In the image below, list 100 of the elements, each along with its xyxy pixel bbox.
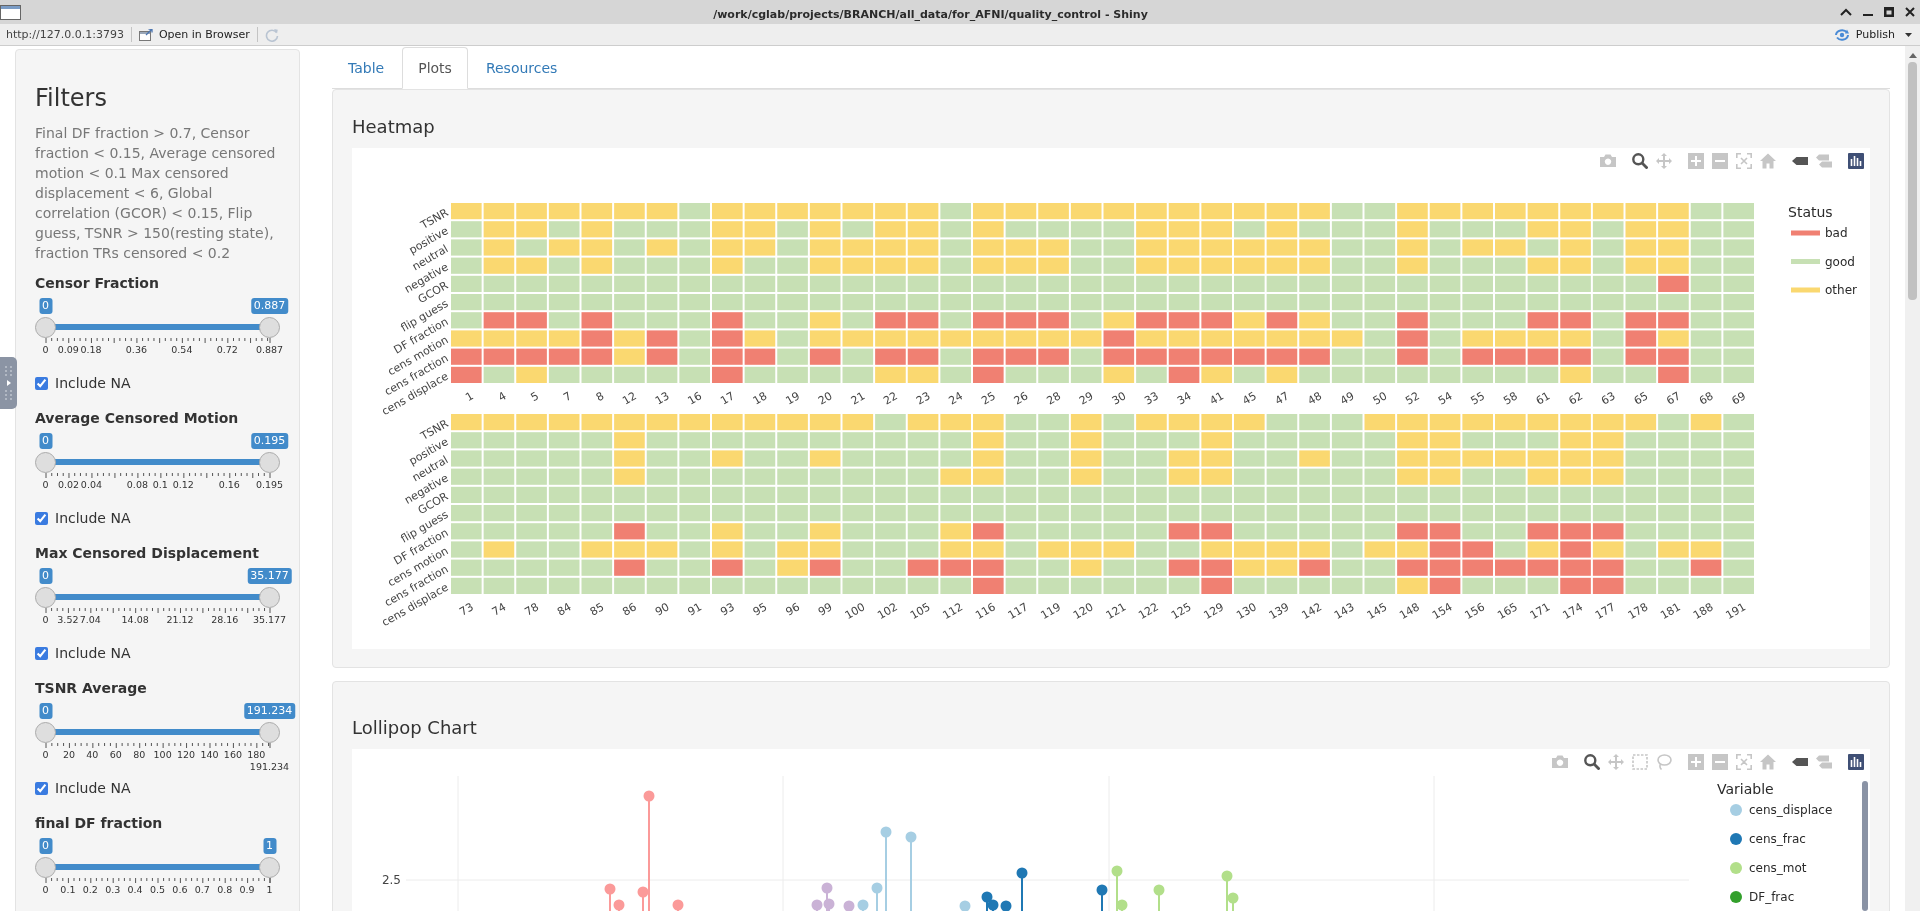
column-label: 165 [1495, 600, 1520, 623]
column-label: 67 [1664, 389, 1683, 408]
double-tag-icon[interactable] [1816, 754, 1832, 770]
tick-label: 0.18 [80, 342, 102, 357]
lasso-icon[interactable] [1656, 754, 1672, 770]
home-icon[interactable] [1760, 754, 1776, 770]
tick-label: 14.08 [121, 612, 149, 627]
checkbox-label: Include NA [55, 509, 131, 528]
tick-label: 120 [177, 747, 196, 762]
column-label: 48 [1305, 389, 1325, 408]
column-label: 119 [1038, 600, 1064, 623]
plot-title: Lollipop Chart [352, 717, 478, 739]
column-label: 41 [1207, 389, 1227, 408]
close-icon[interactable] [1905, 7, 1915, 17]
tick-label: 7.04 [79, 612, 101, 627]
open-in-browser-button[interactable]: Open in Browser [138, 28, 250, 41]
double-tag-icon[interactable] [1816, 153, 1832, 169]
plot-title: Heatmap [352, 116, 436, 138]
slider-handle[interactable] [259, 856, 280, 878]
camera-icon[interactable] [1600, 153, 1616, 169]
browser-window-icon [138, 28, 153, 41]
minimize-icon[interactable] [1863, 14, 1873, 16]
tick-label: 140 [200, 747, 219, 762]
range-slider[interactable] [35, 316, 280, 343]
column-label: 85 [587, 600, 607, 619]
legend-label[interactable]: other [1825, 283, 1857, 297]
lollipop [1153, 884, 1165, 911]
slider-handle[interactable] [35, 451, 56, 473]
range-slider[interactable] [35, 586, 280, 613]
column-label: 156 [1462, 600, 1488, 623]
window-title: /work/cglab/projects/BRANCH/all_data/for_AFNI/quality_control - Shiny [713, 7, 1148, 21]
scroll-up-icon[interactable] [1908, 53, 1917, 58]
move-arrows-icon[interactable] [1608, 754, 1624, 770]
tab[interactable]: Resources [469, 47, 574, 89]
sidebar-toggle[interactable] [0, 357, 17, 409]
home-icon[interactable] [1760, 153, 1776, 169]
expand-corners-icon[interactable] [1736, 153, 1752, 169]
range-slider[interactable] [35, 451, 280, 478]
column-label: 33 [1142, 389, 1161, 408]
column-label: 8 [593, 389, 607, 405]
move-arrows-icon[interactable] [1656, 153, 1672, 169]
column-label: 22 [881, 389, 900, 408]
legend-scrollbar[interactable] [1862, 781, 1868, 911]
magnifier-icon[interactable] [1632, 153, 1648, 169]
scrollbar-thumb[interactable] [1908, 62, 1917, 300]
refresh-icon[interactable] [264, 27, 279, 42]
publish-button[interactable]: Publish [1833, 28, 1895, 41]
column-label: 68 [1696, 389, 1716, 408]
checkbox-label: Include NA [55, 374, 131, 393]
column-label: 84 [555, 600, 574, 619]
y-axis-label: 2.5 [381, 873, 401, 887]
slider-handle[interactable] [35, 316, 56, 338]
slider-handle[interactable] [259, 586, 280, 608]
legend-label[interactable]: cens_displace [1749, 803, 1833, 817]
checkbox[interactable] [35, 646, 48, 660]
caret-up-icon[interactable] [1840, 8, 1852, 16]
magnifier-icon[interactable] [1584, 754, 1600, 770]
checkbox[interactable] [35, 781, 48, 795]
tick-label: 60 [109, 747, 122, 762]
maximize-icon[interactable] [1884, 7, 1894, 17]
column-label: 145 [1364, 600, 1390, 623]
bar-chart-logo-icon[interactable] [1848, 754, 1864, 770]
column-label: 177 [1593, 600, 1618, 623]
slider-handle[interactable] [259, 451, 280, 473]
caret-down-icon[interactable] [1905, 32, 1912, 37]
column-label: 191 [1723, 600, 1749, 623]
slider-handle[interactable] [35, 586, 56, 608]
legend-label[interactable]: good [1825, 254, 1855, 269]
checkbox[interactable] [35, 376, 48, 390]
tick-label: 28.16 [211, 612, 239, 627]
legend-label[interactable]: bad [1825, 226, 1848, 240]
tab[interactable]: Table [332, 47, 401, 89]
slider-label: TSNR Average [35, 679, 148, 698]
dashed-square-icon[interactable] [1632, 754, 1648, 770]
tick-label: 20 [62, 747, 75, 762]
camera-icon[interactable] [1552, 754, 1568, 770]
column-label: 78 [522, 600, 542, 619]
slider-handle[interactable] [35, 721, 56, 743]
page-scrollbar[interactable] [1905, 46, 1920, 911]
tab[interactable]: Plots [402, 47, 468, 89]
range-slider[interactable] [35, 856, 280, 883]
range-slider[interactable] [35, 721, 280, 748]
legend-label[interactable]: cens_frac [1749, 832, 1806, 846]
lollipop [1016, 867, 1028, 911]
column-label: 171 [1527, 600, 1553, 623]
legend-label[interactable]: cens_mot [1749, 861, 1807, 875]
slider-handle[interactable] [35, 856, 56, 878]
checkbox-label: Include NA [55, 644, 131, 663]
slider-handle[interactable] [259, 721, 280, 743]
legend-label[interactable]: DF_frac [1749, 890, 1795, 904]
legend-title: Variable [1717, 781, 1774, 797]
expand-corners-icon[interactable] [1736, 754, 1752, 770]
bar-chart-logo-icon[interactable] [1848, 153, 1864, 169]
slider-handle[interactable] [259, 316, 280, 338]
column-label: 26 [1011, 389, 1031, 408]
tick-label: 0 [42, 747, 49, 762]
checkbox[interactable] [35, 511, 48, 525]
filter-description: Final DF fraction > 0.7, Censor fraction < 0.15, Average censored motion < 0.1 Max censored displacement < 6, Global correlation (GCOR) < 0.15, Flip guess, TSNR > 150(resting state), fraction TRs censored < 0.2 [35, 124, 277, 263]
tick-label: 0 [42, 882, 49, 897]
tick-label: 0.4 [127, 882, 143, 897]
